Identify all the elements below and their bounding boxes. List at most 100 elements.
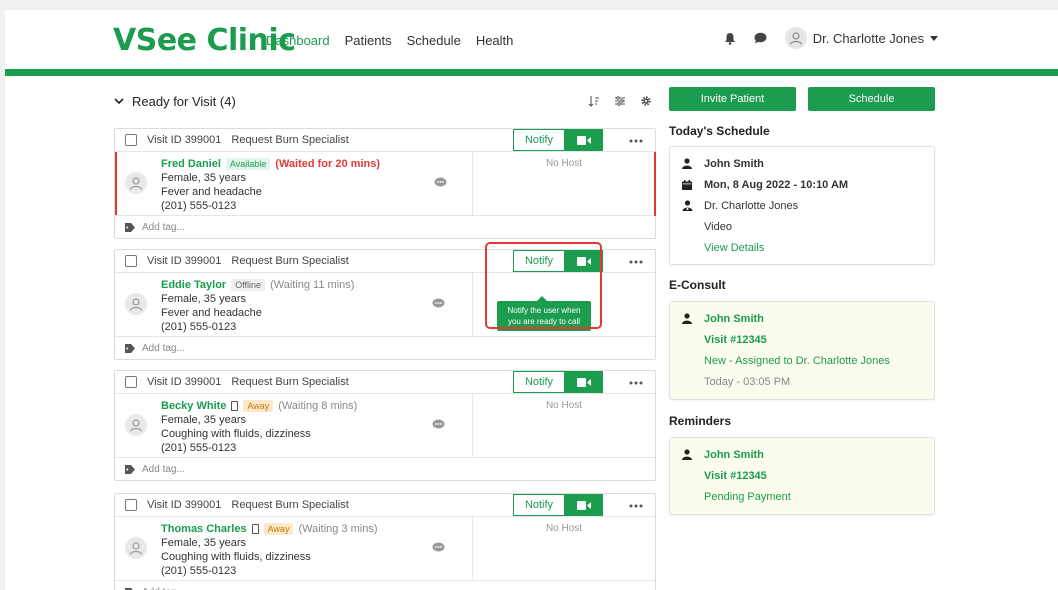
econsult-time: Today - 03:05 PM [704, 375, 791, 388]
schedule-doctor: Dr. Charlotte Jones [704, 199, 799, 212]
todays-schedule-panel: John Smith Mon, 8 Aug 2022 - 10:10 AM Dr… [669, 146, 935, 265]
patient-phone: (201) 555-0123 [161, 321, 237, 333]
schedule-datetime: Mon, 8 Aug 2022 - 10:10 AM [704, 178, 849, 191]
patient-name-row: Eddie Taylor Offline (Waiting 11 mins) [161, 278, 472, 292]
user-menu[interactable]: Dr. Charlotte Jones [784, 27, 938, 49]
notify-button[interactable]: Notify [513, 494, 565, 516]
econsult-patient[interactable]: John Smith [704, 313, 764, 325]
patient-name[interactable]: Becky White [161, 399, 226, 413]
top-right-controls: Dr. Charlotte Jones [724, 27, 938, 49]
schedule-link-row: View Details [680, 237, 924, 258]
schedule-patient: John Smith [704, 157, 764, 170]
add-tag-row[interactable]: Add tag... [115, 216, 655, 238]
video-camera-icon [577, 500, 591, 510]
status-badge: Away [263, 523, 294, 535]
visit-card-body: Fred Daniel Available (Waited for 20 min… [115, 152, 656, 216]
nav-patients[interactable]: Patients [345, 33, 392, 48]
video-call-button[interactable] [565, 371, 603, 393]
patient-name-row: Thomas Charles Away (Waiting 3 mins) [161, 522, 472, 536]
app-window: VSee Clinic Dashboard Patients Schedule … [5, 10, 1058, 590]
patient-demographics: Female, 35 years [161, 537, 246, 549]
gear-icon[interactable] [640, 95, 652, 107]
patient-info: Fred Daniel Available (Waited for 20 min… [115, 152, 473, 215]
doctor-icon [682, 200, 692, 211]
econsult-title: E-Consult [669, 278, 726, 292]
video-call-button[interactable] [565, 494, 603, 516]
video-camera-icon [577, 135, 591, 145]
schedule-doctor-row: Dr. Charlotte Jones [680, 195, 924, 216]
invite-patient-button[interactable]: Invite Patient [669, 87, 796, 111]
more-options-icon[interactable] [629, 499, 643, 511]
reminder-status-row: Pending Payment [680, 486, 924, 507]
notify-call-group: Notify [513, 371, 603, 393]
queue-title-group[interactable]: Ready for Visit (4) [114, 94, 236, 109]
video-call-button[interactable] [565, 129, 603, 151]
right-sidebar: Invite Patient Schedule Today's Schedule… [669, 87, 935, 515]
chevron-down-icon[interactable] [114, 97, 124, 105]
reminder-patient[interactable]: John Smith [704, 449, 764, 461]
calendar-icon [682, 179, 692, 190]
visit-card-header: Visit ID 399001 Request Burn Specialist … [115, 371, 655, 394]
reminder-visit[interactable]: Visit #12345 [704, 470, 767, 482]
visit-checkbox[interactable] [125, 376, 137, 388]
person-icon [682, 449, 692, 460]
bell-icon[interactable] [724, 32, 736, 45]
chat-bubble-icon[interactable] [432, 419, 445, 434]
patient-demographics: Female, 35 years [161, 172, 246, 184]
notify-call-group: Notify [513, 129, 603, 151]
host-label: No Host [545, 400, 583, 411]
econsult-time-row: Today - 03:05 PM [680, 371, 924, 392]
visit-id: Visit ID 399001 [147, 255, 222, 267]
more-options-icon[interactable] [629, 134, 643, 146]
chat-bubble-icon[interactable] [432, 298, 445, 313]
visit-request: Request Burn Specialist [231, 134, 349, 146]
visit-card: Visit ID 399001 Request Burn Specialist … [114, 493, 656, 590]
visit-request: Request Burn Specialist [231, 255, 349, 267]
sort-icon[interactable] [588, 95, 600, 107]
reminders-panel[interactable]: John Smith Visit #12345 Pending Payment [669, 437, 935, 515]
chat-icon[interactable] [754, 32, 767, 44]
mobile-phone-icon [231, 401, 239, 411]
chat-bubble-icon[interactable] [432, 542, 445, 557]
patient-name[interactable]: Eddie Taylor [161, 278, 226, 292]
more-options-icon[interactable] [629, 376, 643, 388]
host-label: No Host [545, 158, 583, 169]
visit-checkbox[interactable] [125, 134, 137, 146]
patient-name[interactable]: Fred Daniel [161, 157, 221, 171]
queue-tools [588, 95, 656, 107]
visit-queue: Ready for Visit (4) Visit ID 399001 Requ… [114, 89, 656, 590]
visit-card: Visit ID 399001 Request Burn Specialist … [114, 242, 656, 360]
caret-down-icon [930, 35, 938, 41]
visit-card-header: Visit ID 399001 Request Burn Specialist … [115, 129, 655, 152]
visit-checkbox[interactable] [125, 499, 137, 511]
nav-dashboard[interactable]: Dashboard [266, 33, 330, 48]
nav-health[interactable]: Health [476, 33, 514, 48]
notify-call-group: Notify [513, 494, 603, 516]
patient-avatar [125, 293, 147, 315]
add-tag-row[interactable]: Add tag... [115, 337, 655, 359]
add-tag-row[interactable]: Add tag... [115, 581, 655, 590]
visit-checkbox[interactable] [125, 255, 137, 267]
more-options-icon[interactable] [629, 255, 643, 267]
schedule-type: Video [704, 220, 732, 233]
filter-sliders-icon[interactable] [614, 95, 626, 107]
chat-bubble-icon[interactable] [434, 177, 447, 192]
person-icon [682, 158, 692, 169]
visit-card-header: Visit ID 399001 Request Burn Specialist … [115, 494, 655, 517]
notify-button[interactable]: Notify [513, 129, 565, 151]
econsult-visit[interactable]: Visit #12345 [704, 334, 767, 346]
econsult-visit-row: Visit #12345 [680, 329, 924, 350]
add-tag-row[interactable]: Add tag... [115, 458, 655, 480]
schedule-button[interactable]: Schedule [808, 87, 935, 111]
highlight-box [485, 242, 602, 329]
visit-request: Request Burn Specialist [231, 499, 349, 511]
nav-schedule[interactable]: Schedule [407, 33, 461, 48]
patient-info: Eddie Taylor Offline (Waiting 11 mins) F… [115, 273, 473, 336]
notify-button[interactable]: Notify [513, 371, 565, 393]
patient-reason: Fever and headache [161, 186, 262, 198]
visit-id: Visit ID 399001 [147, 499, 222, 511]
view-details-link[interactable]: View Details [704, 242, 764, 254]
visit-id: Visit ID 399001 [147, 376, 222, 388]
patient-name[interactable]: Thomas Charles [161, 522, 247, 536]
econsult-panel[interactable]: John Smith Visit #12345 New - Assigned t… [669, 301, 935, 400]
